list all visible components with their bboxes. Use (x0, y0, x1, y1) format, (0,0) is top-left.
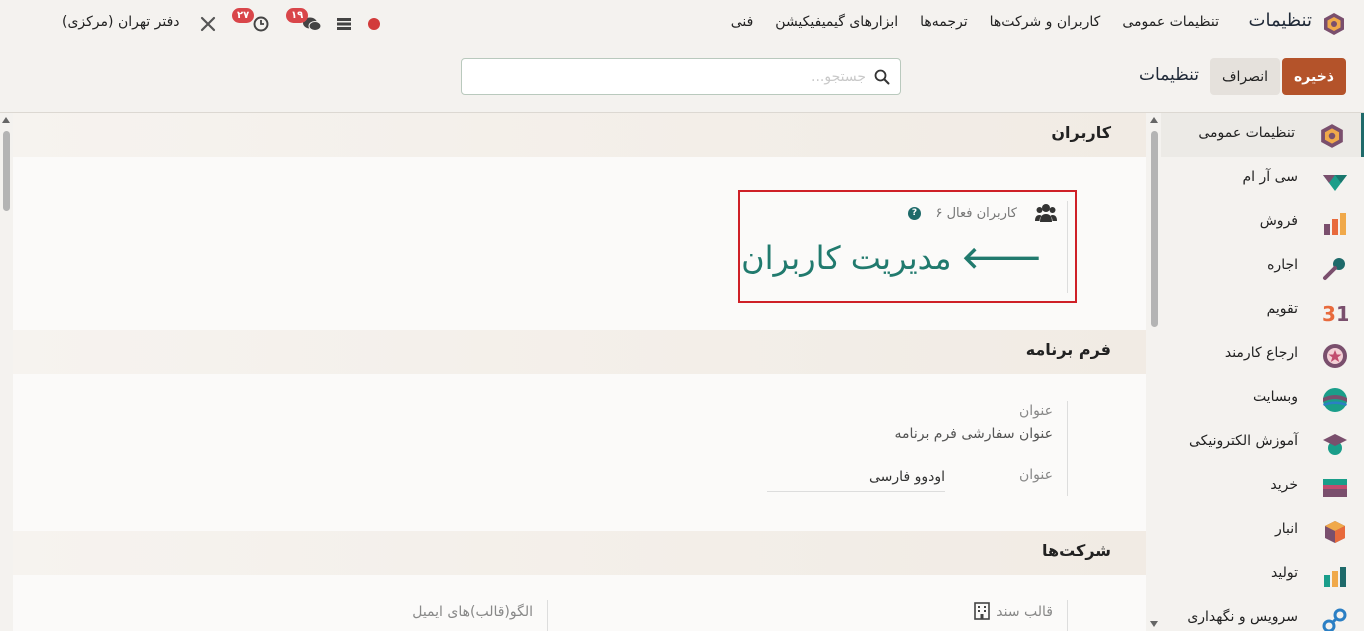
scrollbar-thumb[interactable] (3, 131, 10, 211)
app-title[interactable]: تنظیمات (1249, 10, 1312, 31)
field-label: عنوان (1019, 467, 1053, 483)
sidebar-item-general-settings[interactable]: تنظیمات عمومی (1148, 113, 1364, 157)
sidebar-item-label: خرید (1270, 477, 1298, 493)
section-title: کاربران (1051, 123, 1111, 142)
database-icon (337, 18, 351, 30)
sidebar-item-label: اجاره (1267, 257, 1298, 273)
building-icon (974, 602, 990, 620)
sidebar-item-manufacturing[interactable]: تولید (1148, 553, 1364, 597)
section-header-companies: شرکت‌ها (13, 531, 1146, 575)
purchase-icon (1323, 479, 1347, 497)
sidebar-item-maintenance[interactable]: سرویس و نگهداری (1148, 597, 1364, 631)
manufacturing-icon (1324, 567, 1346, 587)
sidebar-item-purchase[interactable]: خرید (1148, 465, 1364, 509)
save-button[interactable]: ذخیره (1282, 58, 1346, 95)
menu-technical[interactable]: فنی (731, 14, 754, 30)
cancel-button[interactable]: انصراف (1210, 58, 1280, 95)
sidebar-item-rental[interactable]: اجاره (1148, 245, 1364, 289)
record-indicator[interactable] (366, 12, 382, 36)
activities-button[interactable]: ۲۷ (232, 8, 272, 36)
clock-icon (253, 16, 269, 32)
field-description: عنوان سفارشی فرم برنامه (894, 426, 1053, 442)
website-icon (1323, 388, 1347, 412)
field-label: الگو(قالب)های ایمیل (412, 604, 533, 620)
sidebar-item-inventory[interactable]: انبار (1148, 509, 1364, 553)
menu-users-companies[interactable]: کاربران و شرکت‌ها (990, 14, 1101, 30)
settings-icon (1321, 124, 1343, 148)
input-underline (767, 491, 945, 492)
sidebar-item-crm[interactable]: سی آر ام (1148, 157, 1364, 201)
sidebar-item-label: تنظیمات عمومی (1198, 125, 1295, 141)
breadcrumb: تنظیمات (1139, 65, 1199, 85)
calendar-icon: 3 1 (1322, 302, 1348, 325)
menu-gamification[interactable]: ابزارهای گیمیفیکیشن (775, 14, 898, 30)
menu-general-settings[interactable]: تنظیمات عمومی (1122, 14, 1219, 30)
content-scrollbar[interactable] (0, 113, 13, 631)
messaging-button[interactable]: ۱۹ (286, 8, 324, 36)
scroll-up-arrow-icon[interactable] (1150, 117, 1158, 123)
sidebar-item-label: سرویس و نگهداری (1187, 609, 1298, 625)
scroll-up-arrow-icon[interactable] (2, 117, 10, 123)
settings-content: کاربران ۶ کاربران فعال ? مدیریت کاربران … (13, 113, 1146, 631)
section-header-users: کاربران (13, 113, 1146, 157)
activities-badge: ۲۷ (232, 8, 255, 23)
settings-sidebar: تنظیمات عمومی سی آر ام فروش اجاره 3 1 تق… (1148, 113, 1364, 631)
record-dot-icon (368, 18, 380, 30)
scrollbar-thumb[interactable] (1151, 131, 1158, 327)
sidebar-item-label: آموزش الکترونیکی (1188, 433, 1298, 449)
sidebar-item-label: سی آر ام (1242, 169, 1298, 185)
sidebar-item-label: ارجاع کارمند (1224, 345, 1298, 361)
sidebar-scrollbar[interactable] (1147, 113, 1161, 631)
sales-icon (1324, 213, 1346, 235)
debug-button[interactable] (335, 12, 353, 36)
sidebar-item-referral[interactable]: ارجاع کارمند (1148, 333, 1364, 377)
search-bar (461, 58, 901, 95)
app-title-input[interactable]: اودوو فارسی (869, 469, 945, 485)
inventory-icon (1325, 521, 1345, 543)
menu-translations[interactable]: ترجمه‌ها (920, 14, 968, 30)
app-title-setting: عنوان عنوان سفارشی فرم برنامه عنوان اودو… (713, 401, 1068, 496)
wrench-icon (200, 16, 216, 32)
rental-icon (1323, 258, 1345, 280)
sidebar-item-label: تقویم (1266, 301, 1298, 317)
top-navbar: تنظیمات تنظیمات عمومی کاربران و شرکت‌ها … (0, 0, 1364, 46)
sidebar-item-label: فروش (1259, 213, 1298, 229)
elearning-icon (1323, 434, 1347, 455)
main-menu: تنظیمات عمومی کاربران و شرکت‌ها ترجمه‌ها… (731, 14, 1219, 30)
svg-text:1: 1 (1336, 302, 1348, 325)
sidebar-item-sales[interactable]: فروش (1148, 201, 1364, 245)
tools-button[interactable] (198, 12, 218, 36)
sidebar-item-label: تولید (1271, 565, 1298, 581)
svg-text:3: 3 (1322, 302, 1336, 325)
sidebar-item-label: وبسایت (1252, 389, 1298, 405)
sidebar-item-elearning[interactable]: آموزش الکترونیکی (1148, 421, 1364, 465)
search-icon[interactable] (874, 69, 890, 85)
messages-badge: ۱۹ (286, 8, 309, 23)
referral-icon (1323, 344, 1347, 368)
company-switcher[interactable]: دفتر تهران (مرکزی) (62, 14, 180, 30)
field-label: قالب سند (996, 604, 1053, 620)
settings-app-icon[interactable] (1322, 12, 1346, 36)
section-title: فرم برنامه (1025, 340, 1111, 359)
sidebar-item-calendar[interactable]: 3 1 تقویم (1148, 289, 1364, 333)
scroll-down-arrow-icon[interactable] (1150, 621, 1158, 627)
search-input[interactable] (476, 59, 866, 94)
maintenance-icon (1322, 608, 1347, 631)
document-layout-setting: قالب سند (913, 600, 1068, 631)
email-templates-setting: الگو(قالب)های ایمیل (373, 600, 548, 631)
sidebar-item-website[interactable]: وبسایت (1148, 377, 1364, 421)
highlight-box (738, 190, 1077, 303)
section-header-app-form: فرم برنامه (13, 330, 1146, 374)
crm-icon (1323, 175, 1347, 191)
section-title: شرکت‌ها (1041, 541, 1111, 560)
sidebar-item-label: انبار (1274, 521, 1298, 537)
field-label: عنوان (1019, 403, 1053, 419)
